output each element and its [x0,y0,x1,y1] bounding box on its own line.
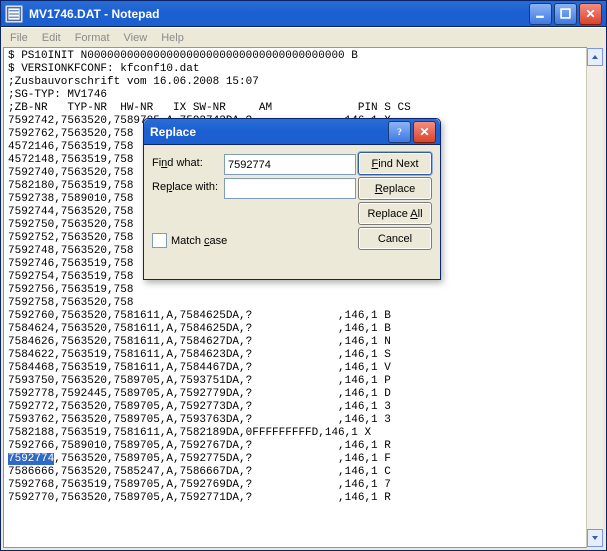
match-case-checkbox-row[interactable]: Match case [152,233,227,248]
maximize-button[interactable] [554,3,577,25]
close-button[interactable] [579,3,602,25]
replace-with-label: Replace with: [152,181,218,193]
menu-view[interactable]: View [117,30,155,46]
dialog-titlebar: Replace ? [144,119,440,145]
scroll-down-button[interactable] [587,529,603,547]
svg-text:?: ? [397,127,402,137]
scrollbar-vertical[interactable] [586,48,603,547]
replace-dialog: Replace ? Find what: Replace with: Match… [143,118,441,280]
dialog-title: Replace [144,125,388,139]
cancel-button[interactable]: Cancel [358,227,432,250]
notepad-icon [5,5,23,23]
selected-text: 7592774 [8,453,54,465]
match-case-label: Match case [171,235,227,247]
find-what-label: Find what: [152,157,203,169]
notepad-window: MV1746.DAT - Notepad File Edit Format Vi… [0,0,607,551]
window-buttons [529,3,602,25]
find-next-button[interactable]: Find Next [358,152,432,175]
dialog-help-button[interactable]: ? [388,121,411,143]
window-title: MV1746.DAT - Notepad [27,7,529,21]
dialog-body: Find what: Replace with: Match case Find… [144,145,440,279]
menu-bar: File Edit Format View Help [1,27,606,47]
replace-all-button[interactable]: Replace All [358,202,432,225]
titlebar: MV1746.DAT - Notepad [1,1,606,27]
replace-button[interactable]: Replace [358,177,432,200]
match-case-checkbox[interactable] [152,233,167,248]
replace-with-input[interactable] [224,178,356,199]
menu-format[interactable]: Format [68,30,117,46]
scroll-up-button[interactable] [587,48,603,66]
menu-edit[interactable]: Edit [35,30,68,46]
find-what-input[interactable] [224,154,356,175]
dialog-close-button[interactable] [413,121,436,143]
menu-file[interactable]: File [3,30,35,46]
menu-help[interactable]: Help [154,30,191,46]
minimize-button[interactable] [529,3,552,25]
